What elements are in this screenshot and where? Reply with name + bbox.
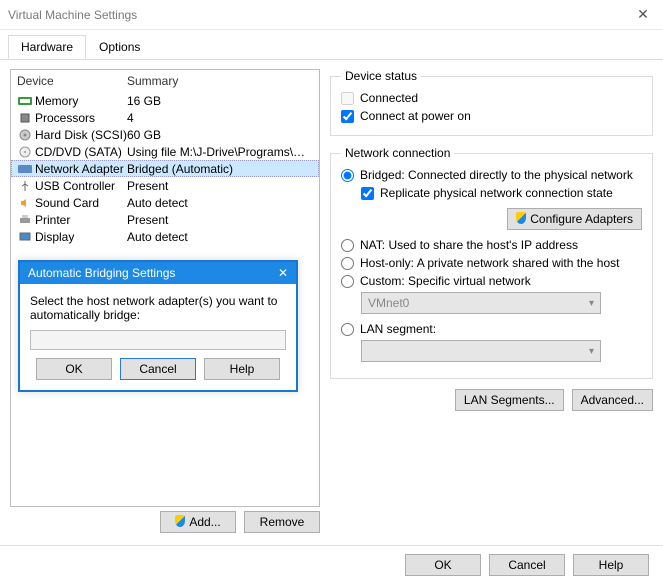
- disk-icon: [17, 128, 33, 142]
- help-button[interactable]: Help: [573, 554, 649, 576]
- row-display[interactable]: DisplayAuto detect: [11, 228, 319, 245]
- shield-icon: [516, 212, 526, 227]
- row-processors[interactable]: Processors4: [11, 109, 319, 126]
- device-status-group: Device status Connected Connect at power…: [330, 69, 653, 136]
- modal-cancel-button[interactable]: Cancel: [120, 358, 196, 380]
- radio-lansegment[interactable]: LAN segment:: [341, 320, 642, 338]
- modal-text: Select the host network adapter(s) you w…: [30, 294, 286, 322]
- row-sound[interactable]: Sound CardAuto detect: [11, 194, 319, 211]
- row-usb[interactable]: USB ControllerPresent: [11, 177, 319, 194]
- shield-icon: [175, 515, 185, 530]
- col-device: Device: [17, 74, 127, 88]
- row-printer[interactable]: PrinterPresent: [11, 211, 319, 228]
- modal-close-icon[interactable]: ✕: [278, 266, 288, 280]
- radio-bridged[interactable]: Bridged: Connected directly to the physi…: [341, 166, 642, 184]
- bridging-modal: Automatic Bridging Settings ✕ Select the…: [18, 260, 298, 392]
- status-legend: Device status: [341, 69, 421, 83]
- display-icon: [17, 230, 33, 244]
- adapter-list-input[interactable]: [30, 330, 286, 350]
- chevron-down-icon: ▾: [589, 298, 594, 309]
- modal-ok-button[interactable]: OK: [36, 358, 112, 380]
- radio-nat[interactable]: NAT: Used to share the host's IP address: [341, 236, 642, 254]
- sound-icon: [17, 196, 33, 210]
- cpu-icon: [17, 111, 33, 125]
- lanseg-dropdown[interactable]: ▾: [361, 340, 601, 362]
- tab-hardware[interactable]: Hardware: [8, 35, 86, 59]
- replicate-checkbox[interactable]: Replicate physical network connection st…: [361, 184, 642, 202]
- row-network[interactable]: Network AdapterBridged (Automatic): [11, 160, 319, 177]
- col-summary: Summary: [127, 74, 178, 88]
- tab-strip: Hardware Options: [0, 29, 663, 60]
- advanced-button[interactable]: Advanced...: [572, 389, 653, 411]
- configure-adapters-button[interactable]: Configure Adapters: [507, 208, 642, 230]
- usb-icon: [17, 179, 33, 193]
- connected-checkbox[interactable]: Connected: [341, 89, 642, 107]
- chevron-down-icon: ▾: [589, 346, 594, 357]
- vmnet-dropdown[interactable]: VMnet0▾: [361, 292, 601, 314]
- radio-custom[interactable]: Custom: Specific virtual network: [341, 272, 642, 290]
- network-connection-group: Network connection Bridged: Connected di…: [330, 146, 653, 379]
- dialog-footer: OK Cancel Help: [0, 545, 663, 584]
- memory-icon: [17, 94, 33, 108]
- remove-button[interactable]: Remove: [244, 511, 320, 533]
- ok-button[interactable]: OK: [405, 554, 481, 576]
- radio-hostonly[interactable]: Host-only: A private network shared with…: [341, 254, 642, 272]
- list-header: Device Summary: [11, 70, 319, 92]
- modal-help-button[interactable]: Help: [204, 358, 280, 380]
- modal-title: Automatic Bridging Settings: [28, 266, 175, 280]
- printer-icon: [17, 213, 33, 227]
- close-icon[interactable]: ✕: [631, 6, 655, 23]
- title-bar: Virtual Machine Settings ✕: [0, 0, 663, 30]
- connect-power-checkbox[interactable]: Connect at power on: [341, 107, 642, 125]
- row-memory[interactable]: Memory16 GB: [11, 92, 319, 109]
- tab-options[interactable]: Options: [86, 35, 153, 59]
- network-icon: [17, 162, 33, 176]
- window-title: Virtual Machine Settings: [8, 8, 631, 22]
- row-harddisk[interactable]: Hard Disk (SCSI)60 GB: [11, 126, 319, 143]
- lan-segments-button[interactable]: LAN Segments...: [455, 389, 564, 411]
- net-legend: Network connection: [341, 146, 454, 160]
- add-button[interactable]: Add...: [160, 511, 236, 533]
- cancel-button[interactable]: Cancel: [489, 554, 565, 576]
- row-cddvd[interactable]: CD/DVD (SATA)Using file M:\J-Drive\Progr…: [11, 143, 319, 160]
- cd-icon: [17, 145, 33, 159]
